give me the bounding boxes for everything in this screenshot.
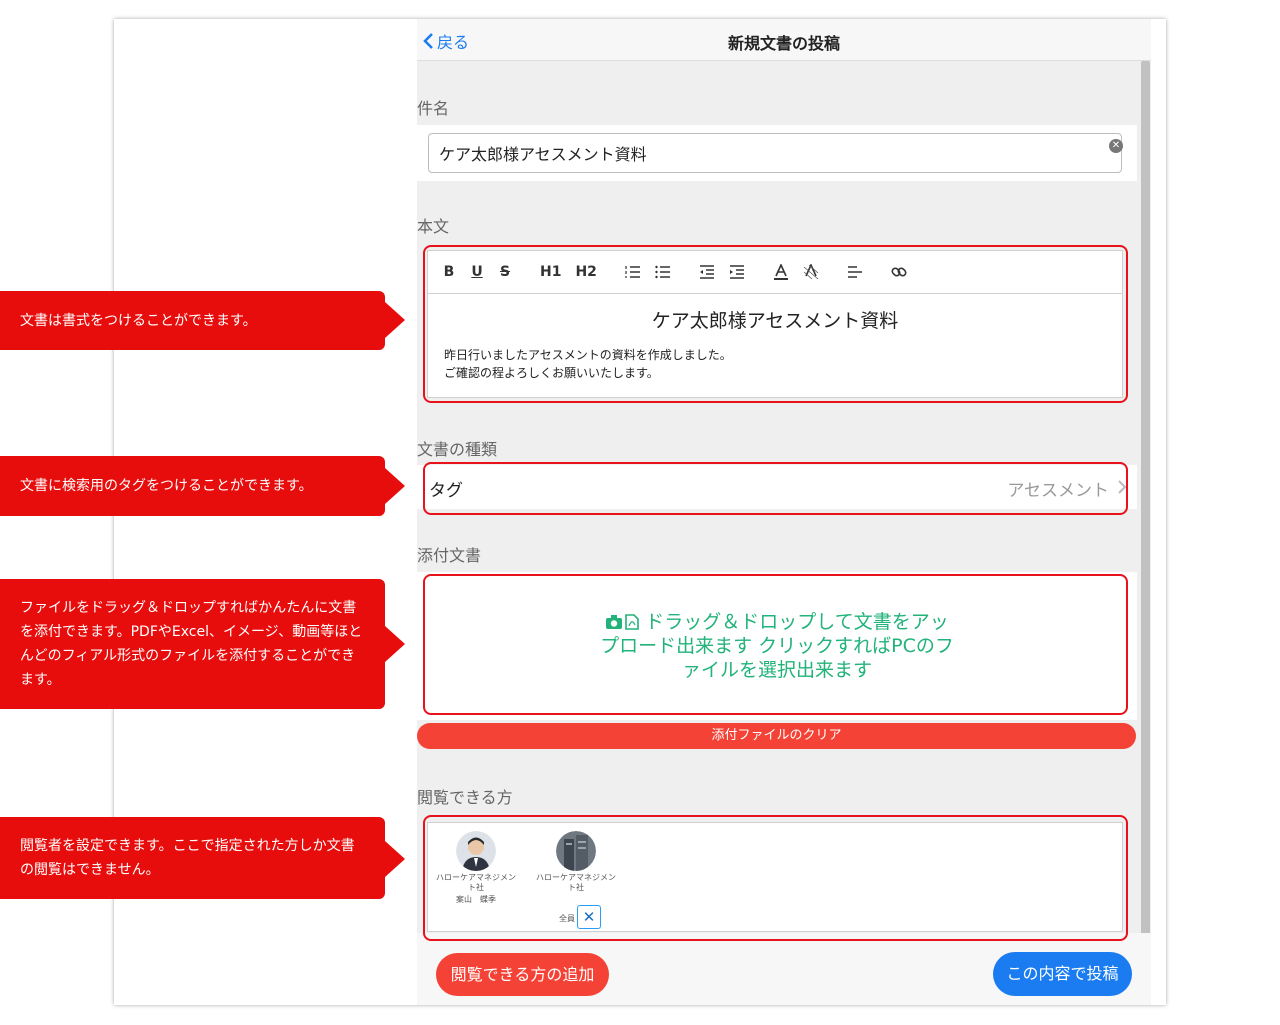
- tag-highlight: [423, 462, 1128, 515]
- doc-type-label: 文書の種類: [417, 440, 498, 459]
- attachment-label: 添付文書: [417, 546, 482, 565]
- callout-text: 文書に検索用のタグをつけることができます。: [20, 478, 313, 494]
- page-title: 新規文書の投稿: [727, 34, 840, 53]
- bottom-bar: 閲覧できる方の追加 この内容で投稿: [417, 933, 1151, 1005]
- subject-input[interactable]: [428, 133, 1122, 173]
- callout-arrow: [385, 841, 405, 877]
- subject-section: ✕: [417, 125, 1137, 181]
- add-viewer-button[interactable]: 閲覧できる方の追加: [436, 953, 609, 996]
- clear-attachments-button[interactable]: 添付ファイルのクリア: [417, 723, 1136, 749]
- clear-input-icon[interactable]: ✕: [1109, 139, 1123, 153]
- callout-arrow: [385, 302, 405, 338]
- navbar: 戻る 新規文書の投稿: [417, 19, 1151, 61]
- dropzone-highlight: [423, 574, 1128, 715]
- callout-text: 閲覧者を設定できます。ここで指定された方しか文書の閲覧はできません。: [20, 838, 355, 878]
- callout-viewers: 閲覧者を設定できます。ここで指定された方しか文書の閲覧はできません。: [0, 817, 385, 899]
- viewers-label: 閲覧できる方: [417, 788, 513, 807]
- callout-tags: 文書に検索用のタグをつけることができます。: [0, 456, 385, 516]
- callout-text: 文書は書式をつけることができます。: [20, 312, 257, 329]
- callout-attachments: ファイルをドラッグ＆ドロップすればかんたんに文書を添付できます。PDFやExce…: [0, 579, 385, 709]
- subject-label: 件名: [417, 99, 450, 118]
- post-button[interactable]: この内容で投稿: [993, 952, 1132, 996]
- callout-arrow: [385, 626, 405, 662]
- body-label: 本文: [417, 217, 450, 236]
- editor-highlight: [423, 245, 1128, 403]
- callout-formatting: 文書は書式をつけることができます。: [0, 291, 385, 350]
- callout-arrow: [385, 468, 405, 504]
- viewers-highlight: [423, 815, 1128, 941]
- scrollbar[interactable]: [1141, 61, 1150, 953]
- callout-text: ファイルをドラッグ＆ドロップすればかんたんに文書を添付できます。PDFやExce…: [20, 600, 363, 688]
